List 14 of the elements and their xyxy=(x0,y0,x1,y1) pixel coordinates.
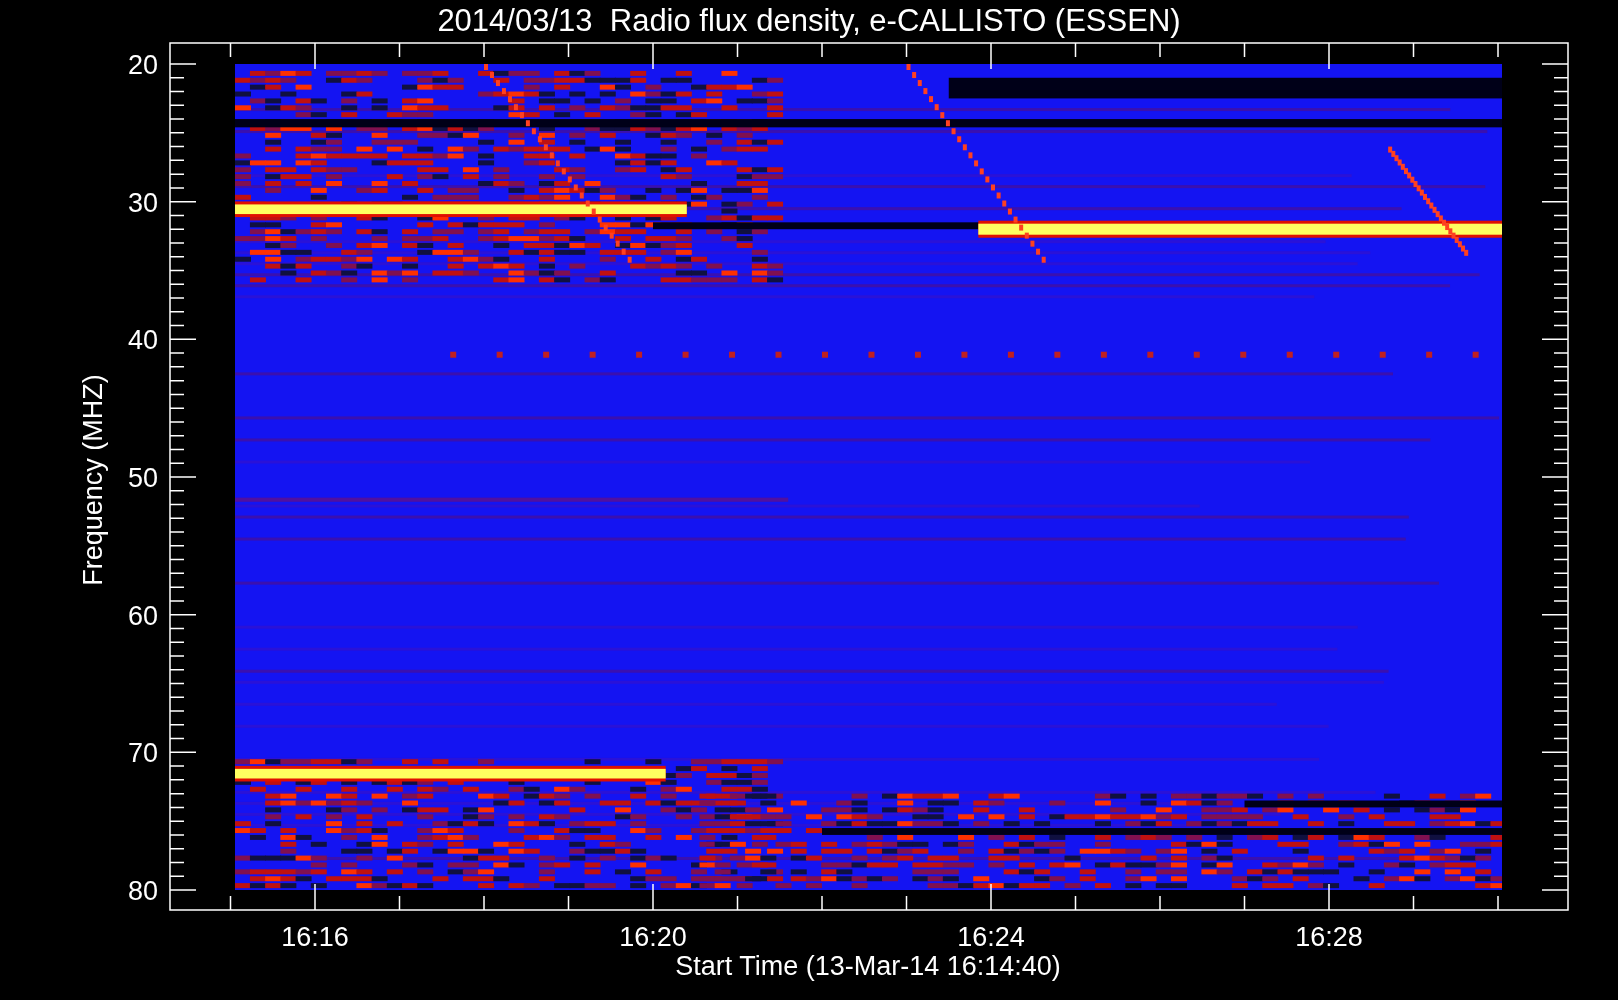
y-tick-label: 40 xyxy=(127,325,158,356)
x-tick-label: 16:28 xyxy=(1295,922,1363,952)
y-tick-label: 60 xyxy=(127,600,158,631)
y-tick-label: 30 xyxy=(127,187,158,218)
chart-title: 2014/03/13 Radio flux density, e-CALLISTO (ESSEN) xyxy=(437,3,1181,38)
x-tick-label: 16:16 xyxy=(281,922,349,952)
x-axis-label: Start Time (13-Mar-14 16:14:40) xyxy=(675,951,1061,981)
x-tick-label: 16:20 xyxy=(619,922,687,952)
y-tick-label: 20 xyxy=(127,50,158,80)
y-tick-label: 70 xyxy=(127,738,158,769)
y-axis-label: Frequency (MHZ) xyxy=(78,374,108,586)
y-tick-label: 80 xyxy=(127,876,158,906)
y-tick-label: 50 xyxy=(127,463,158,493)
x-tick-label: 16:24 xyxy=(957,922,1025,952)
